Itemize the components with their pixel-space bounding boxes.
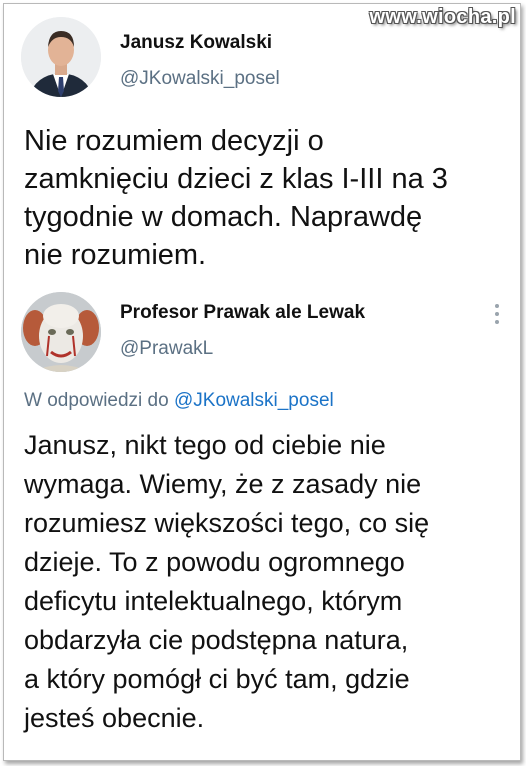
tweet-text-line: tygodnie w domach. Naprawdę bbox=[24, 201, 423, 233]
reply-text-line: wymaga. Wiemy, że z zasady nie bbox=[24, 469, 422, 499]
reply-author-handle[interactable]: @PrawakL bbox=[120, 338, 213, 360]
reply-text-line: rozumiesz większości tego, co się bbox=[24, 508, 430, 538]
reply-text-line: deficytu intelektualnego, którym bbox=[24, 586, 403, 616]
tweet-text-line: nie rozumiem. bbox=[24, 239, 207, 271]
author-avatar[interactable] bbox=[21, 17, 101, 97]
reply-author-avatar[interactable] bbox=[21, 292, 101, 372]
tweet-text: Nie rozumiem decyzji o zamknięciu dzieci… bbox=[24, 122, 504, 274]
reply-text-line: a który pomógł ci być tam, gdzie bbox=[24, 664, 410, 694]
reply-mention-link[interactable]: @JKowalski_posel bbox=[174, 390, 334, 411]
reply-text-line: Janusz, nikt tego od ciebie nie bbox=[24, 430, 386, 460]
more-dot bbox=[495, 304, 499, 308]
author-handle[interactable]: @JKowalski_posel bbox=[120, 68, 280, 90]
clown-photo-icon bbox=[21, 292, 101, 372]
tweet-text-line: zamknięciu dzieci z klas I-III na 3 bbox=[24, 163, 448, 195]
reply-text-line: obdarzyła cie podstępna natura, bbox=[24, 625, 409, 655]
person-photo-icon bbox=[21, 17, 101, 97]
site-watermark: www.wiocha.pl bbox=[369, 6, 516, 28]
reply-text-line: dzieje. To z powodu ogromnego bbox=[24, 547, 405, 577]
more-options-icon[interactable] bbox=[494, 304, 500, 328]
screenshot-frame: Janusz Kowalski @JKowalski_posel Nie roz… bbox=[3, 3, 521, 761]
reply-prefix: W odpowiedzi do bbox=[24, 390, 169, 411]
author-name[interactable]: Janusz Kowalski bbox=[120, 32, 272, 54]
tweet-text-line: Nie rozumiem decyzji o bbox=[24, 125, 324, 157]
more-dot bbox=[495, 312, 499, 316]
reply-text: Janusz, nikt tego od ciebie nie wymaga. … bbox=[24, 426, 514, 738]
reply-author-name[interactable]: Profesor Prawak ale Lewak bbox=[120, 302, 365, 324]
more-dot bbox=[495, 320, 499, 324]
reply-context: W odpowiedzi do @JKowalski_posel bbox=[24, 390, 334, 412]
reply-text-line: jesteś obecnie. bbox=[24, 703, 205, 733]
